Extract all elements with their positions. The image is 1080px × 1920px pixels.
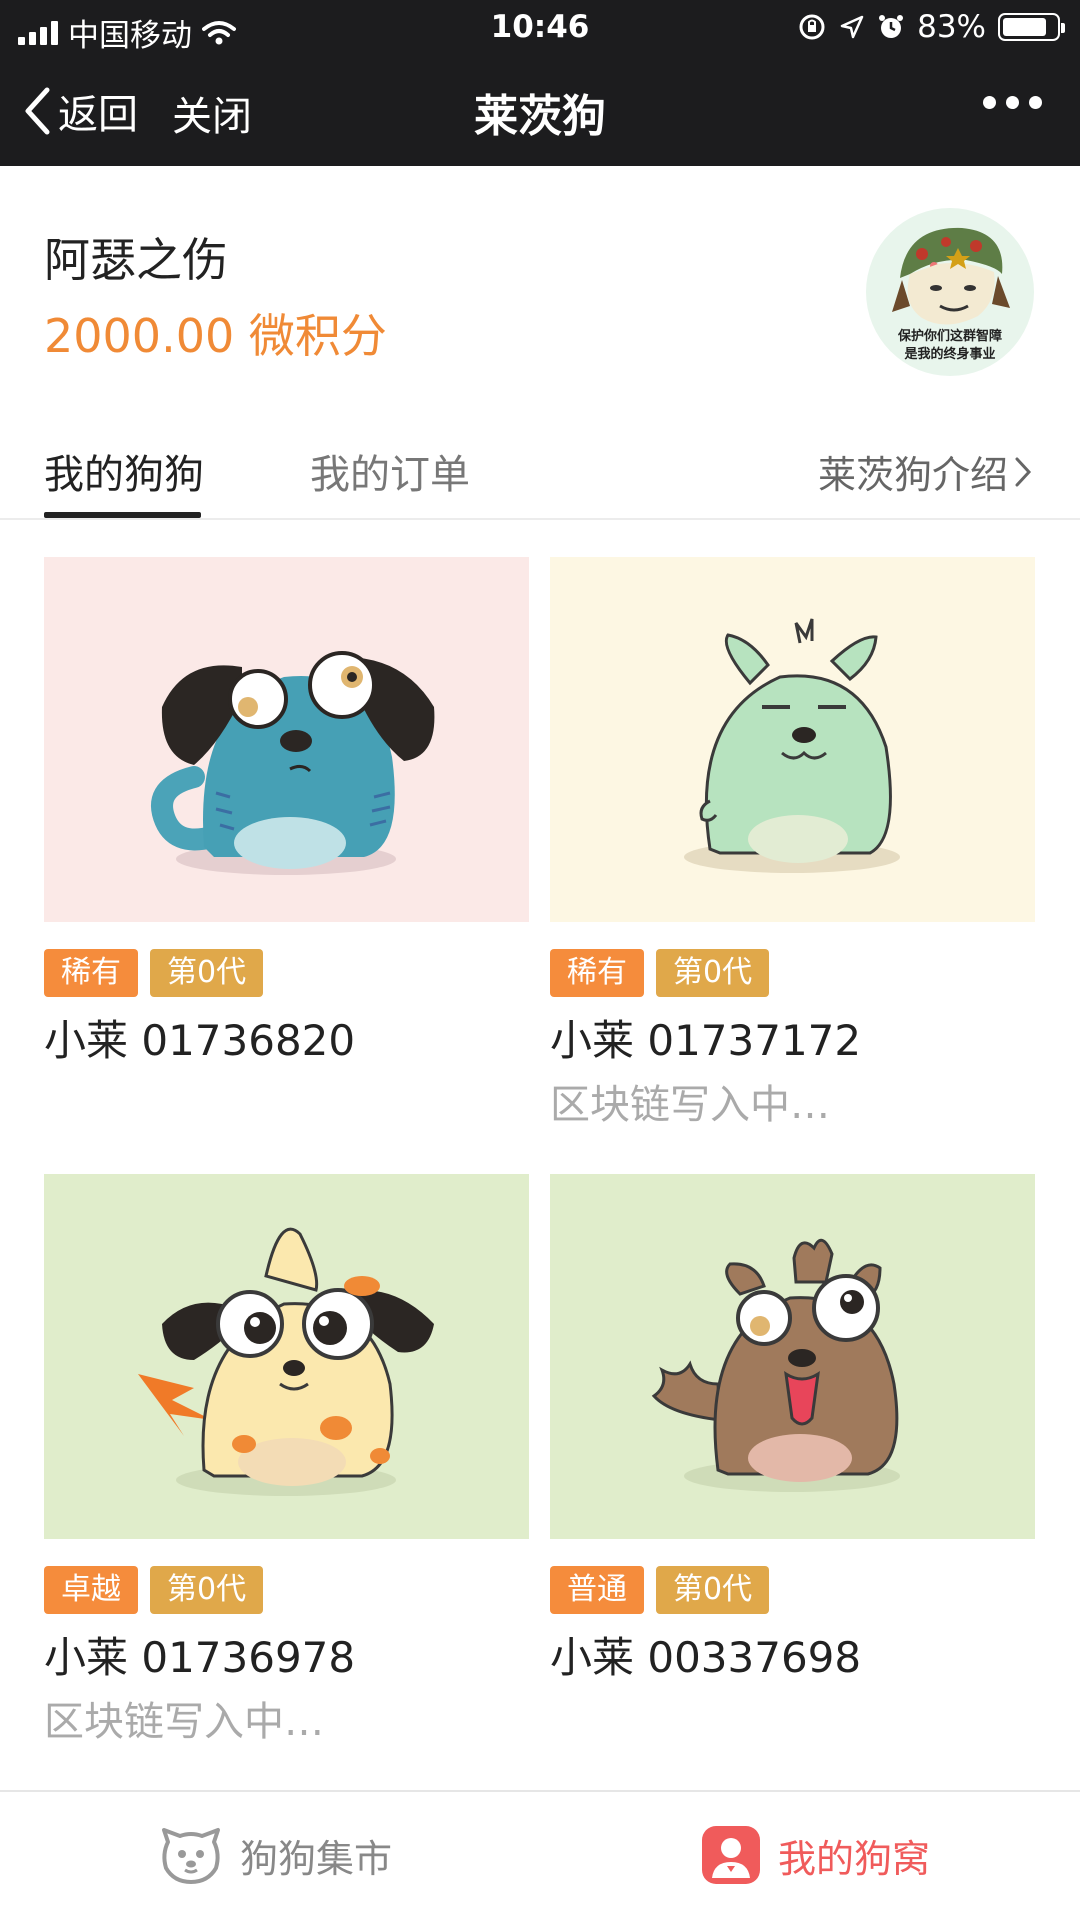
dog-illustration (684, 618, 900, 873)
dog-image (44, 557, 529, 922)
dog-name: 小莱 00337698 (550, 1633, 862, 1682)
dog-illustration (651, 1238, 900, 1492)
dog-card[interactable]: 稀有 第0代 小莱 01737172 区块链写入中… (550, 557, 1035, 1131)
generation-badge: 第0代 (150, 1566, 264, 1614)
rarity-badge: 卓越 (44, 1566, 138, 1614)
battery-icon (998, 13, 1065, 41)
status-right: 83% (797, 9, 1065, 45)
tab-my-dogs[interactable]: 我的狗狗 (44, 442, 204, 500)
dog-name: 小莱 01736820 (44, 1016, 356, 1065)
intro-link[interactable]: 莱茨狗介绍 (818, 444, 1032, 499)
nav-bar: 返回 关闭 莱茨狗 (0, 56, 1080, 166)
bottom-tab-bar: 狗狗集市 我的狗窝 (0, 1790, 1080, 1920)
dog-card[interactable]: 卓越 第0代 小莱 01736978 区块链写入中… (44, 1174, 529, 1748)
avatar[interactable]: 保护你们这群智障 是我的终身事业 (866, 208, 1034, 376)
status-bar: 中国移动 10:46 83% (0, 0, 1080, 56)
dog-tags: 稀有 第0代 (550, 949, 1035, 997)
dog-card[interactable]: 稀有 第0代 小莱 01736820 (44, 557, 529, 1069)
dog-image (550, 557, 1035, 922)
avatar-caption-line-2: 是我的终身事业 (903, 346, 995, 362)
my-kennel-label: 我的狗窝 (778, 1836, 931, 1881)
dog-tags: 卓越 第0代 (44, 1566, 529, 1614)
dog-card[interactable]: 普通 第0代 小莱 00337698 (550, 1174, 1035, 1686)
dog-tags: 普通 第0代 (550, 1566, 1035, 1614)
dot-icon (1029, 96, 1042, 109)
dog-name: 小莱 01736978 (44, 1633, 356, 1682)
dog-illustration (138, 1227, 434, 1496)
dog-image (44, 1174, 529, 1539)
avatar-caption-line-1: 保护你们这群智障 (897, 328, 1002, 344)
tab-dog-market[interactable]: 狗狗集市 (158, 1824, 392, 1886)
top-bar: 中国移动 10:46 83% 返回 关闭 莱茨狗 (0, 0, 1080, 166)
blockchain-status: 区块链写入中… (550, 1082, 830, 1128)
rarity-badge: 稀有 (44, 949, 138, 997)
dot-icon (1006, 96, 1019, 109)
user-profile-icon (702, 1826, 760, 1884)
profile-header: 阿瑟之伤 2000.00 微积分 保护你们这群智障 是我的终身事业 (0, 166, 1080, 416)
battery-percent: 83% (917, 9, 986, 45)
username: 阿瑟之伤 (44, 233, 228, 287)
tab-my-kennel[interactable]: 我的狗窝 (700, 1824, 930, 1886)
market-label: 狗狗集市 (240, 1836, 393, 1881)
blockchain-status: 区块链写入中… (44, 1699, 324, 1745)
generation-badge: 第0代 (656, 949, 770, 997)
dog-name: 小莱 01737172 (550, 1016, 862, 1065)
active-tab-indicator (44, 512, 201, 518)
intro-label: 莱茨狗介绍 (817, 453, 1008, 497)
points-balance: 2000.00 微积分 (44, 309, 387, 363)
tab-my-orders[interactable]: 我的订单 (310, 442, 470, 500)
location-icon (840, 15, 864, 39)
dog-illustration (151, 651, 435, 875)
alarm-icon (879, 15, 904, 38)
rotation-lock-icon (799, 14, 825, 40)
dog-image (550, 1174, 1035, 1539)
chevron-right-icon (1015, 457, 1032, 486)
avatar-image: 保护你们这群智障 是我的终身事业 (892, 227, 1010, 362)
dog-tags: 稀有 第0代 (44, 949, 529, 997)
tab-bar: 我的狗狗 我的订单 莱茨狗介绍 (0, 416, 1080, 520)
page-title: 莱茨狗 (474, 91, 606, 142)
dog-face-icon (162, 1828, 220, 1884)
dot-icon (983, 96, 996, 109)
rarity-badge: 稀有 (550, 949, 644, 997)
more-options-button[interactable] (983, 96, 1042, 109)
generation-badge: 第0代 (656, 1566, 770, 1614)
generation-badge: 第0代 (150, 949, 264, 997)
rarity-badge: 普通 (550, 1566, 644, 1614)
